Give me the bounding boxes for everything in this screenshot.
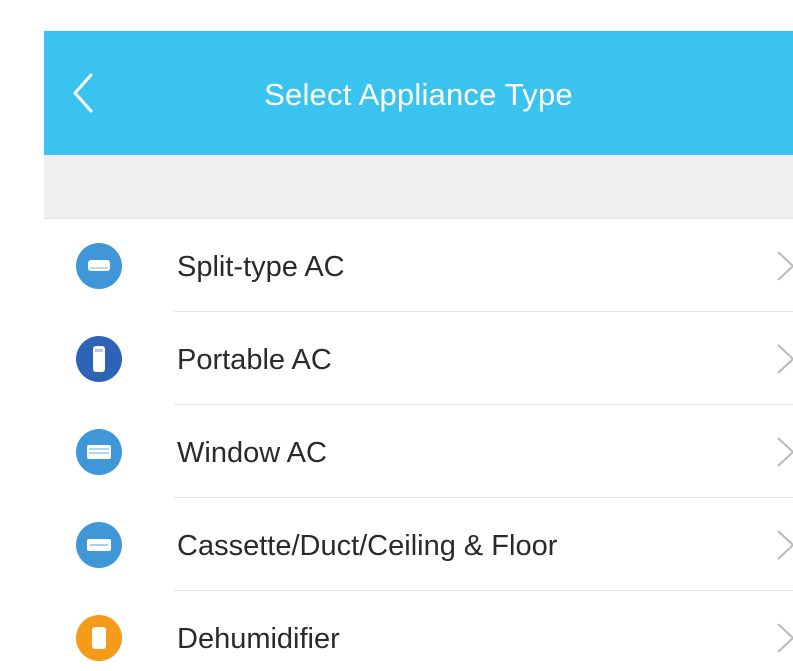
appliance-list: Split-type AC Portable AC Window AC Cass… xyxy=(44,219,793,671)
chevron-right-icon xyxy=(777,344,793,374)
split-ac-icon xyxy=(76,243,122,289)
window-ac-icon xyxy=(76,429,122,475)
list-item-dehumidifier[interactable]: Dehumidifier xyxy=(44,591,793,671)
chevron-left-icon xyxy=(73,73,93,113)
portable-ac-icon xyxy=(76,336,122,382)
chevron-right-icon xyxy=(777,437,793,467)
item-label: Split-type AC xyxy=(177,251,345,283)
cassette-ac-icon xyxy=(76,522,122,568)
chevron-right-icon xyxy=(777,623,793,653)
item-label: Window AC xyxy=(177,437,327,469)
page-title: Select Appliance Type xyxy=(264,77,573,112)
list-item-portable-ac[interactable]: Portable AC xyxy=(44,312,793,405)
list-item-split-type-ac[interactable]: Split-type AC xyxy=(44,219,793,312)
list-item-window-ac[interactable]: Window AC xyxy=(44,405,793,498)
chevron-right-icon xyxy=(777,530,793,560)
chevron-right-icon xyxy=(777,251,793,281)
app-screen: Select Appliance Type Split-type AC Port… xyxy=(44,31,793,671)
section-spacer xyxy=(44,155,793,219)
item-label: Cassette/Duct/Ceiling & Floor xyxy=(177,530,558,562)
item-label: Portable AC xyxy=(177,344,332,376)
item-label: Dehumidifier xyxy=(177,623,340,655)
dehumidifier-icon xyxy=(76,615,122,661)
back-button[interactable] xyxy=(58,67,108,119)
list-item-cassette-duct-ceiling-floor[interactable]: Cassette/Duct/Ceiling & Floor xyxy=(44,498,793,591)
header-bar: Select Appliance Type xyxy=(44,31,793,155)
